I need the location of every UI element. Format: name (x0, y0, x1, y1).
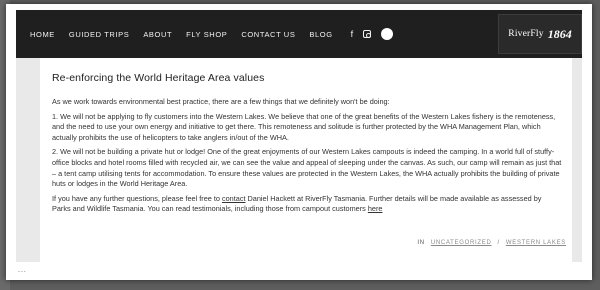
meta-in-label: IN (417, 240, 425, 246)
article-title: Re-enforcing the World Heritage Area val… (52, 72, 265, 84)
category-uncategorized[interactable]: UNCATEGORIZED (431, 240, 492, 246)
instagram-icon[interactable] (363, 30, 372, 38)
contact-link[interactable]: contact (222, 194, 246, 203)
nav-about[interactable]: ABOUT (143, 30, 172, 39)
page-screenshot: HOME GUIDED TRIPS ABOUT FLY SHOP CONTACT… (16, 10, 582, 262)
logo-year: 1864 (547, 26, 572, 41)
article-point-2: 2. We will not be building a private hut… (52, 147, 562, 189)
nav-contact-us[interactable]: CONTACT US (241, 30, 295, 39)
closing-text-1: If you have any further questions, pleas… (52, 193, 222, 203)
lightbox-modal: HOME GUIDED TRIPS ABOUT FLY SHOP CONTACT… (6, 4, 592, 280)
nav-fly-shop[interactable]: FLY SHOP (186, 30, 227, 39)
post-meta: IN UNCATEGORIZED / WESTERN LAKES (417, 240, 566, 246)
navbar: HOME GUIDED TRIPS ABOUT FLY SHOP CONTACT… (16, 10, 582, 58)
category-western-lakes[interactable]: WESTERN LAKES (506, 240, 566, 246)
circle-icon[interactable] (381, 28, 394, 40)
article-intro: As we work towards environmental best pr… (52, 97, 390, 106)
facebook-icon[interactable]: f (351, 29, 354, 39)
social-links: f (351, 28, 394, 40)
nav-guided-trips[interactable]: GUIDED TRIPS (69, 30, 129, 39)
testimonials-link[interactable]: here (368, 204, 383, 213)
nav-menu: HOME GUIDED TRIPS ABOUT FLY SHOP CONTACT… (30, 28, 394, 40)
nav-blog[interactable]: BLOG (309, 30, 332, 39)
site-logo[interactable]: RiverFly 1864 (498, 14, 582, 54)
article: Re-enforcing the World Heritage Area val… (40, 58, 572, 262)
lightbox-caption: ... (18, 267, 27, 274)
logo-brand: RiverFly (508, 29, 544, 39)
meta-separator: / (497, 240, 500, 246)
article-point-1: 1. We will not be applying to fly custom… (52, 111, 556, 142)
nav-home[interactable]: HOME (30, 30, 55, 39)
article-closing: If you have any further questions, pleas… (52, 194, 562, 215)
